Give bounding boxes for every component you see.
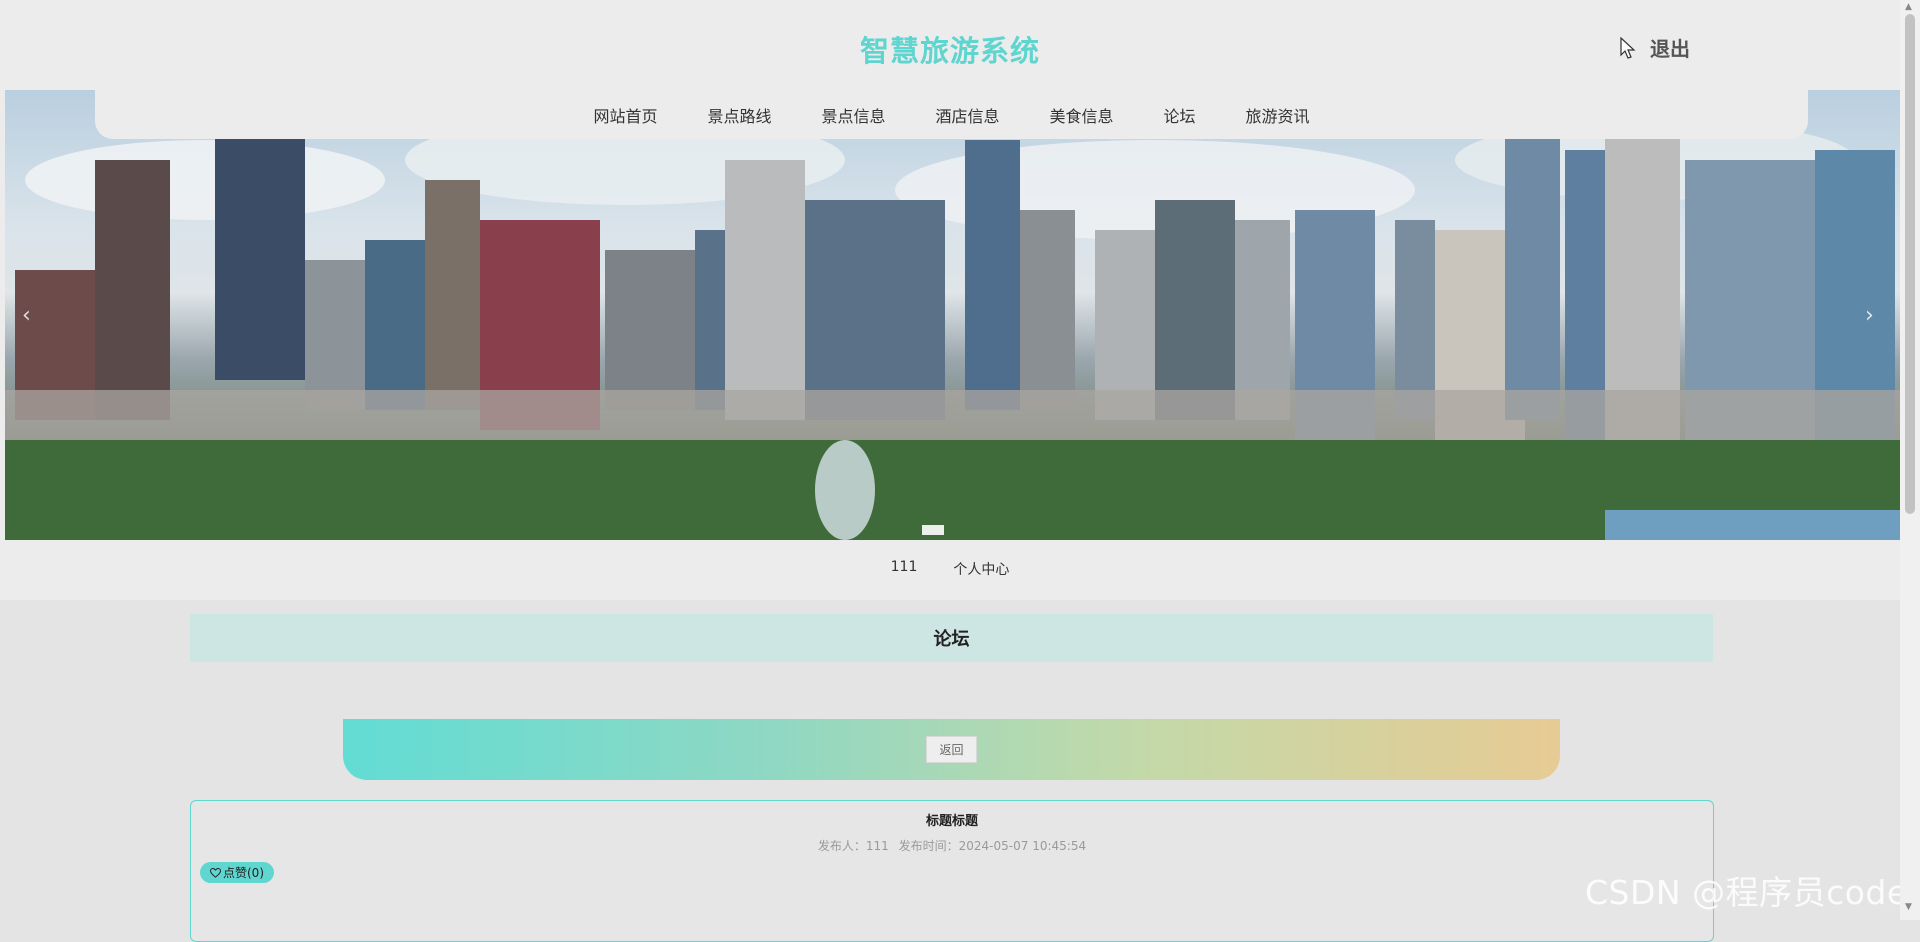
section-title: 论坛 (190, 614, 1713, 662)
nav-item-home[interactable]: 网站首页 (593, 103, 657, 127)
vertical-scrollbar[interactable]: ▲ ▼ (1900, 0, 1920, 920)
post-title: 标题标题 (925, 814, 978, 829)
action-bar: 返回 (343, 719, 1560, 780)
scroll-down-arrow-icon[interactable]: ▼ (1905, 902, 1912, 912)
post-card: 标题标题 发布人：111 发布时间：2024-05-07 10:45:54 点赞… (190, 800, 1714, 942)
scroll-up-arrow-icon[interactable]: ▲ (1905, 2, 1912, 12)
city-skyline-image (5, 115, 1901, 540)
carousel-prev-icon[interactable]: ‹ (22, 303, 31, 328)
carousel-next-icon[interactable]: › (1865, 303, 1874, 328)
mouse-cursor-icon (1620, 37, 1636, 59)
nav-item-attractions[interactable]: 景点信息 (821, 103, 885, 127)
nav-item-news[interactable]: 旅游资讯 (1246, 103, 1310, 127)
post-time: 发布时间：2024-05-07 10:45:54 (898, 839, 1087, 853)
nav-item-routes[interactable]: 景点路线 (707, 103, 771, 127)
banner-carousel (5, 90, 1901, 540)
post-meta: 发布人：111 发布时间：2024-05-07 10:45:54 (191, 837, 1713, 854)
csdn-watermark: CSDN @程序员code (1585, 873, 1908, 912)
username-link[interactable]: 111 (891, 559, 918, 579)
nav-item-forum[interactable]: 论坛 (1164, 103, 1196, 127)
heart-icon (210, 867, 221, 878)
scroll-thumb[interactable] (1905, 14, 1915, 514)
personal-center-link[interactable]: 个人中心 (953, 559, 1009, 579)
nav-item-food[interactable]: 美食信息 (1050, 103, 1114, 127)
main-nav: 网站首页 景点路线 景点信息 酒店信息 美食信息 论坛 旅游资讯 (95, 90, 1808, 139)
user-links: 111 个人中心 (0, 559, 1900, 579)
post-author: 发布人：111 (817, 839, 889, 853)
like-count-label: 点赞(0) (223, 866, 264, 880)
site-title: 智慧旅游系统 (859, 34, 1040, 68)
like-button[interactable]: 点赞(0) (200, 862, 274, 883)
carousel-indicator[interactable] (922, 525, 944, 535)
back-button[interactable]: 返回 (926, 736, 977, 763)
nav-item-hotels[interactable]: 酒店信息 (935, 103, 999, 127)
logout-link[interactable]: 退出 (1650, 33, 1690, 62)
